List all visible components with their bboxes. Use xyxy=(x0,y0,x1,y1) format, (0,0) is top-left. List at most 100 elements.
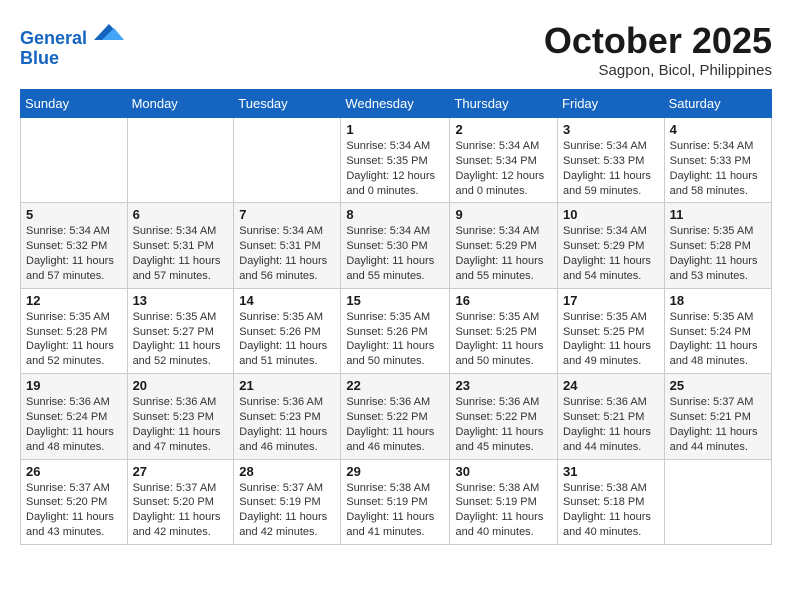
day-number: 12 xyxy=(26,293,122,308)
day-info: Sunrise: 5:37 AMSunset: 5:21 PMDaylight:… xyxy=(670,395,766,454)
calendar-cell xyxy=(127,118,234,203)
day-number: 2 xyxy=(455,122,552,137)
day-number: 16 xyxy=(455,293,552,308)
calendar-cell xyxy=(664,459,771,544)
day-info: Sunrise: 5:37 AMSunset: 5:20 PMDaylight:… xyxy=(133,481,229,540)
day-info: Sunrise: 5:37 AMSunset: 5:19 PMDaylight:… xyxy=(239,481,335,540)
calendar-cell: 5Sunrise: 5:34 AMSunset: 5:32 PMDaylight… xyxy=(21,203,128,288)
day-number: 17 xyxy=(563,293,659,308)
page-header: General Blue October 2025 Sagpon, Bicol,… xyxy=(20,20,772,79)
day-info: Sunrise: 5:34 AMSunset: 5:31 PMDaylight:… xyxy=(133,224,229,283)
calendar-cell: 9 Sunrise: 5:34 AMSunset: 5:29 PMDaylight… xyxy=(450,203,558,288)
weekday-header-monday: Monday xyxy=(127,90,234,118)
day-info: Sunrise: 5:34 AMSunset: 5:33 PMDaylight:… xyxy=(670,139,766,198)
day-number: 23 xyxy=(455,378,552,393)
calendar-week-row: 5Sunrise: 5:34 AMSunset: 5:32 PMDaylight… xyxy=(21,203,772,288)
day-info: Sunrise: 5:35 AMSunset: 5:25 PMDaylight:… xyxy=(455,310,552,369)
calendar-cell: 23Sunrise: 5:36 AMSunset: 5:22 PMDayligh… xyxy=(450,374,558,459)
day-number: 29 xyxy=(346,464,444,479)
calendar-cell: 16 Sunrise: 5:35 AMSunset: 5:25 PMDayligh… xyxy=(450,288,558,373)
day-number: 24 xyxy=(563,378,659,393)
weekday-header-saturday: Saturday xyxy=(664,90,771,118)
calendar-cell xyxy=(21,118,128,203)
day-number: 4 xyxy=(670,122,766,137)
day-info: Sunrise: 5:34 AMSunset: 5:29 PMDaylight:… xyxy=(455,224,552,283)
day-info: Sunrise: 5:36 AMSunset: 5:23 PMDaylight:… xyxy=(133,395,229,454)
calendar-cell: 30Sunrise: 5:38 AMSunset: 5:19 PMDayligh… xyxy=(450,459,558,544)
calendar-cell: 26 Sunrise: 5:37 AMSunset: 5:20 PMDayligh… xyxy=(21,459,128,544)
day-info: Sunrise: 5:36 AMSunset: 5:24 PMDaylight:… xyxy=(26,395,122,454)
day-number: 27 xyxy=(133,464,229,479)
day-info: Sunrise: 5:35 AMSunset: 5:27 PMDaylight:… xyxy=(133,310,229,369)
calendar-cell: 18Sunrise: 5:35 AMSunset: 5:24 PMDayligh… xyxy=(664,288,771,373)
calendar-header-row: SundayMondayTuesdayWednesdayThursdayFrid… xyxy=(21,90,772,118)
day-info: Sunrise: 5:36 AMSunset: 5:21 PMDaylight:… xyxy=(563,395,659,454)
location: Sagpon, Bicol, Philippines xyxy=(544,62,772,79)
day-number: 19 xyxy=(26,378,122,393)
day-info: Sunrise: 5:34 AMSunset: 5:30 PMDaylight:… xyxy=(346,224,444,283)
day-number: 14 xyxy=(239,293,335,308)
calendar-cell: 20 Sunrise: 5:36 AMSunset: 5:23 PMDayligh… xyxy=(127,374,234,459)
calendar-cell: 13 Sunrise: 5:35 AMSunset: 5:27 PMDayligh… xyxy=(127,288,234,373)
day-number: 3 xyxy=(563,122,659,137)
day-info: Sunrise: 5:36 AMSunset: 5:23 PMDaylight:… xyxy=(239,395,335,454)
month-title: October 2025 xyxy=(544,20,772,62)
calendar-cell: 27 Sunrise: 5:37 AMSunset: 5:20 PMDayligh… xyxy=(127,459,234,544)
day-info: Sunrise: 5:35 AMSunset: 5:26 PMDaylight:… xyxy=(346,310,444,369)
calendar-cell: 4 Sunrise: 5:34 AMSunset: 5:33 PMDaylight… xyxy=(664,118,771,203)
day-number: 15 xyxy=(346,293,444,308)
logo-text: General Blue xyxy=(20,20,124,69)
calendar-cell: 6 Sunrise: 5:34 AMSunset: 5:31 PMDaylight… xyxy=(127,203,234,288)
day-info: Sunrise: 5:34 AMSunset: 5:33 PMDaylight:… xyxy=(563,139,659,198)
weekday-header-sunday: Sunday xyxy=(21,90,128,118)
calendar-cell: 25Sunrise: 5:37 AMSunset: 5:21 PMDayligh… xyxy=(664,374,771,459)
calendar-cell: 22Sunrise: 5:36 AMSunset: 5:22 PMDayligh… xyxy=(341,374,450,459)
day-info: Sunrise: 5:38 AMSunset: 5:19 PMDaylight:… xyxy=(455,481,552,540)
logo-icon xyxy=(94,20,124,44)
day-info: Sunrise: 5:36 AMSunset: 5:22 PMDaylight:… xyxy=(346,395,444,454)
calendar-cell: 19 Sunrise: 5:36 AMSunset: 5:24 PMDayligh… xyxy=(21,374,128,459)
calendar-cell: 24 Sunrise: 5:36 AMSunset: 5:21 PMDayligh… xyxy=(558,374,665,459)
day-number: 13 xyxy=(133,293,229,308)
day-number: 9 xyxy=(455,207,552,222)
day-number: 11 xyxy=(670,207,766,222)
calendar-week-row: 1Sunrise: 5:34 AMSunset: 5:35 PMDaylight… xyxy=(21,118,772,203)
calendar-cell: 31Sunrise: 5:38 AMSunset: 5:18 PMDayligh… xyxy=(558,459,665,544)
day-number: 1 xyxy=(346,122,444,137)
day-number: 5 xyxy=(26,207,122,222)
day-number: 28 xyxy=(239,464,335,479)
calendar-cell: 28 Sunrise: 5:37 AMSunset: 5:19 PMDayligh… xyxy=(234,459,341,544)
calendar-cell: 1Sunrise: 5:34 AMSunset: 5:35 PMDaylight… xyxy=(341,118,450,203)
day-number: 20 xyxy=(133,378,229,393)
calendar-cell: 14 Sunrise: 5:35 AMSunset: 5:26 PMDayligh… xyxy=(234,288,341,373)
day-number: 26 xyxy=(26,464,122,479)
day-info: Sunrise: 5:35 AMSunset: 5:26 PMDaylight:… xyxy=(239,310,335,369)
calendar-cell: 2 Sunrise: 5:34 AMSunset: 5:34 PMDaylight… xyxy=(450,118,558,203)
weekday-header-friday: Friday xyxy=(558,90,665,118)
weekday-header-thursday: Thursday xyxy=(450,90,558,118)
calendar-cell: 21Sunrise: 5:36 AMSunset: 5:23 PMDayligh… xyxy=(234,374,341,459)
day-info: Sunrise: 5:38 AMSunset: 5:19 PMDaylight:… xyxy=(346,481,444,540)
day-info: Sunrise: 5:37 AMSunset: 5:20 PMDaylight:… xyxy=(26,481,122,540)
calendar-week-row: 26 Sunrise: 5:37 AMSunset: 5:20 PMDayligh… xyxy=(21,459,772,544)
day-info: Sunrise: 5:35 AMSunset: 5:28 PMDaylight:… xyxy=(26,310,122,369)
calendar-cell: 17 Sunrise: 5:35 AMSunset: 5:25 PMDayligh… xyxy=(558,288,665,373)
day-number: 7 xyxy=(239,207,335,222)
weekday-header-tuesday: Tuesday xyxy=(234,90,341,118)
calendar-cell: 29 Sunrise: 5:38 AMSunset: 5:19 PMDayligh… xyxy=(341,459,450,544)
calendar-cell xyxy=(234,118,341,203)
calendar-cell: 12 Sunrise: 5:35 AMSunset: 5:28 PMDayligh… xyxy=(21,288,128,373)
day-number: 6 xyxy=(133,207,229,222)
day-number: 31 xyxy=(563,464,659,479)
day-info: Sunrise: 5:35 AMSunset: 5:24 PMDaylight:… xyxy=(670,310,766,369)
calendar-cell: 11 Sunrise: 5:35 AMSunset: 5:28 PMDayligh… xyxy=(664,203,771,288)
calendar-cell: 10Sunrise: 5:34 AMSunset: 5:29 PMDayligh… xyxy=(558,203,665,288)
day-info: Sunrise: 5:35 AMSunset: 5:25 PMDaylight:… xyxy=(563,310,659,369)
calendar-week-row: 19 Sunrise: 5:36 AMSunset: 5:24 PMDayligh… xyxy=(21,374,772,459)
calendar-cell: 7Sunrise: 5:34 AMSunset: 5:31 PMDaylight… xyxy=(234,203,341,288)
calendar-week-row: 12 Sunrise: 5:35 AMSunset: 5:28 PMDayligh… xyxy=(21,288,772,373)
day-info: Sunrise: 5:34 AMSunset: 5:34 PMDaylight:… xyxy=(455,139,552,198)
day-number: 8 xyxy=(346,207,444,222)
weekday-header-wednesday: Wednesday xyxy=(341,90,450,118)
day-info: Sunrise: 5:35 AMSunset: 5:28 PMDaylight:… xyxy=(670,224,766,283)
